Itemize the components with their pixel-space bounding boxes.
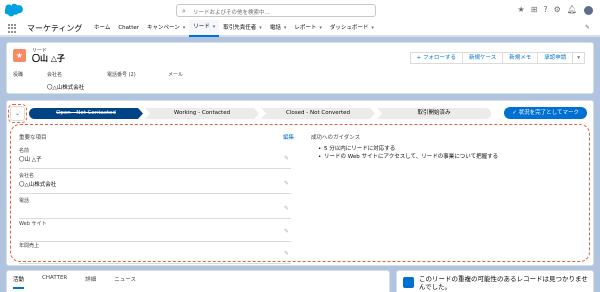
- guidance-title: 成功へのガイダンス: [311, 135, 361, 141]
- edit-nav-pencil-icon[interactable]: ✎: [585, 24, 590, 31]
- edit-pencil-icon[interactable]: ✎: [284, 180, 289, 187]
- user-avatar[interactable]: [583, 4, 594, 16]
- submit-approval-button[interactable]: 承認申請: [538, 52, 574, 64]
- nav-item-leads[interactable]: リード ▾: [189, 19, 220, 37]
- nav-item-home[interactable]: ホーム: [90, 20, 114, 37]
- edit-pencil-icon[interactable]: ✎: [284, 228, 289, 235]
- edit-link[interactable]: 編集: [283, 133, 294, 141]
- guidance-list: 5 分以内にリードに対応する リードの Web サイトにアクセスして、リードの事…: [318, 145, 498, 161]
- path-card: ⌄ Open - Not Contacted Working - Contact…: [6, 100, 594, 266]
- chevron-down-icon[interactable]: ▾: [259, 20, 262, 37]
- follow-button[interactable]: + フォローする: [409, 52, 463, 64]
- duplicates-message: このリードの重複の可能性のあるレコードは見つかりませんでした。: [419, 275, 588, 291]
- tab-activity[interactable]: 活動: [13, 275, 25, 289]
- company-value: 〇△山株式会社: [47, 85, 85, 91]
- new-note-button[interactable]: 新規メモ: [503, 52, 539, 64]
- edit-pencil-icon[interactable]: ✎: [284, 250, 289, 257]
- global-header: ⌕ リードおよびその他を検索中... ★ ⊞ ? ⚙ 🔔︎: [0, 0, 600, 20]
- record-header: ★ リード 〇山 △子 + フォローする 新規ケース 新規メモ 承認申請 ▾ 役…: [6, 42, 594, 94]
- field-website: Web サイト ✎: [19, 220, 291, 242]
- path-stage[interactable]: 取引開始済み: [377, 108, 491, 119]
- app-name: マーケティング: [27, 24, 83, 33]
- tab-details[interactable]: 詳細: [85, 275, 96, 289]
- mark-status-complete-button[interactable]: ✓ 状況を完了としてマーク: [504, 107, 587, 119]
- nav-item-chatter[interactable]: Chatter: [114, 20, 143, 37]
- highlight-title: 役職: [13, 72, 24, 78]
- search-placeholder: リードおよびその他を検索中...: [193, 10, 270, 16]
- favorites-star-icon[interactable]: ★: [518, 4, 525, 16]
- app-launcher-icon[interactable]: [8, 24, 17, 33]
- path-toggle-chevron-down-icon[interactable]: ⌄: [8, 104, 27, 123]
- chevron-down-icon[interactable]: ▾: [213, 19, 216, 36]
- new-case-button[interactable]: 新規ケース: [462, 52, 504, 64]
- chevron-down-icon[interactable]: ▾: [371, 20, 374, 37]
- highlight-email: メール: [168, 72, 184, 78]
- tab-news[interactable]: ニュース: [114, 275, 136, 289]
- chevron-down-icon[interactable]: ▾: [319, 20, 322, 37]
- field-name: 名前 〇山 △子 ✎: [19, 147, 291, 169]
- duplicate-records-icon: [403, 277, 414, 288]
- path-details-region: 重要な項目 編集 成功へのガイダンス 名前 〇山 △子 ✎ 会社名 〇△山株式会…: [10, 124, 590, 264]
- guidance-item: 5 分以内にリードに対応する: [318, 145, 498, 153]
- more-actions-chevron-down-icon[interactable]: ▾: [573, 52, 585, 64]
- global-search-input[interactable]: ⌕ リードおよびその他を検索中...: [176, 4, 376, 17]
- chevron-down-icon[interactable]: ▾: [284, 20, 287, 37]
- nav-item-calls[interactable]: 電話 ▾: [266, 20, 291, 37]
- notifications-bell-icon[interactable]: 🔔︎: [567, 4, 577, 16]
- search-icon: ⌕: [182, 7, 186, 15]
- path-stage[interactable]: Working - Contacted: [145, 108, 259, 119]
- path-stage[interactable]: Open - Not Contacted: [29, 108, 143, 119]
- duplicates-card: このリードの重複の可能性のあるレコードは見つかりませんでした。: [396, 270, 594, 292]
- record-name: 〇山 △子: [32, 54, 65, 63]
- nav-item-campaigns[interactable]: キャンペーン ▾: [143, 20, 189, 37]
- path-stages: Open - Not Contacted Working - Contacted…: [29, 108, 491, 119]
- record-actions: + フォローする 新規ケース 新規メモ 承認申請 ▾: [409, 52, 585, 64]
- tabs: 活動 CHATTER 詳細 ニュース: [13, 275, 136, 289]
- highlight-phone[interactable]: 電話番号 (2): [107, 71, 136, 78]
- field-company: 会社名 〇△山株式会社 ✎: [19, 172, 291, 194]
- setup-gear-icon[interactable]: ⚙: [554, 4, 561, 16]
- guidance-item: リードの Web サイトにアクセスして、リードの事業について把握する: [318, 153, 498, 161]
- nav-items: ホーム Chatter キャンペーン ▾ リード ▾ 取引先責任者 ▾ 電話 ▾ レポー…: [90, 20, 378, 37]
- nav-item-reports[interactable]: レポート ▾: [290, 20, 326, 37]
- field-phone: 電話 ✎: [19, 197, 291, 219]
- edit-pencil-icon[interactable]: ✎: [284, 205, 289, 212]
- help-question-icon[interactable]: ?: [543, 4, 547, 16]
- key-fields-title: 重要な項目: [19, 135, 47, 141]
- highlights-panel: 役職 会社名 〇△山株式会社 電話番号 (2) メール: [13, 71, 587, 93]
- nav-item-dashboards[interactable]: ダッシュボード ▾: [326, 20, 378, 37]
- edit-pencil-icon[interactable]: ✎: [284, 155, 289, 162]
- field-annual-revenue: 年間売上 ✎: [19, 242, 291, 264]
- chevron-down-icon[interactable]: ▾: [183, 20, 186, 37]
- salesforce-logo[interactable]: [5, 3, 24, 17]
- header-utility-icons: ★ ⊞ ? ⚙ 🔔︎: [518, 4, 594, 16]
- navigation-bar: マーケティング ホーム Chatter キャンペーン ▾ リード ▾ 取引先責任者 ▾…: [0, 20, 600, 37]
- global-actions-plus-icon[interactable]: ⊞: [531, 4, 538, 16]
- highlight-company: 会社名 〇△山株式会社: [47, 72, 85, 91]
- path-stage[interactable]: Closed - Not Converted: [261, 108, 375, 119]
- nav-item-contacts[interactable]: 取引先責任者 ▾: [219, 20, 266, 37]
- activity-tabs-card: 活動 CHATTER 詳細 ニュース: [6, 270, 390, 292]
- lead-star-icon: ★: [13, 49, 26, 62]
- tab-chatter[interactable]: CHATTER: [42, 275, 67, 289]
